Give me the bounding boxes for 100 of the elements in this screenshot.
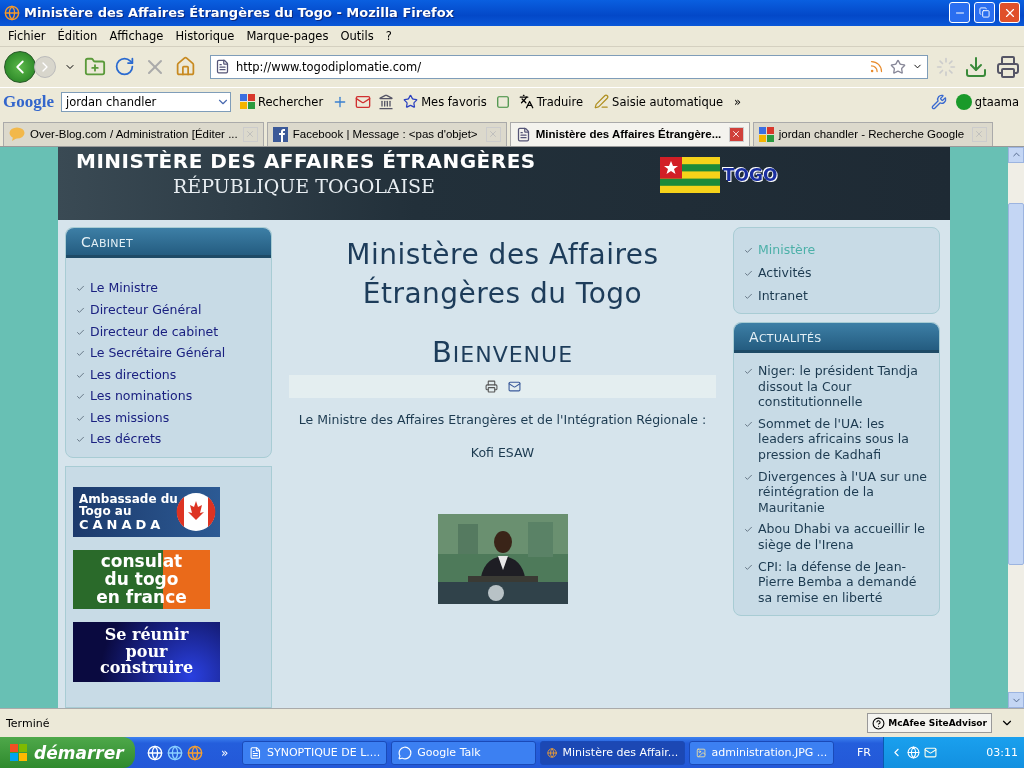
speech-bubble-icon	[398, 745, 413, 760]
help-icon	[872, 716, 886, 730]
check-icon	[744, 419, 753, 429]
google-icon	[758, 126, 774, 142]
status-text: Terminé	[6, 716, 51, 730]
menu-item[interactable]: Édition	[51, 28, 104, 43]
caption-text: Le Ministre des Affaires Etrangères et de l'Intégration Régionale :	[298, 412, 707, 428]
taskbar-button[interactable]: SYNOPTIQUE DE L....	[242, 740, 388, 765]
menu-item[interactable]: Outils	[334, 28, 380, 43]
account-button[interactable]: gtaama	[953, 93, 1021, 110]
check-icon	[76, 305, 85, 315]
panel-title: ACTUALITÉS	[749, 328, 822, 345]
menu-item[interactable]: ?	[379, 28, 398, 43]
browser-tab[interactable]: Facebook | Message : <pas d'objet>	[266, 121, 507, 146]
translate-icon	[518, 94, 534, 110]
nav-link[interactable]: Les nominations	[90, 388, 193, 404]
nav-link[interactable]: Directeur de cabinet	[90, 323, 219, 340]
site-title: MINISTÈRE DES AFFAIRES ÉTRANGÈRES	[76, 148, 536, 173]
wrench-icon[interactable]	[930, 93, 947, 110]
mail-icon[interactable]	[355, 93, 372, 110]
togo-flag-icon	[660, 156, 720, 193]
start-button[interactable]: démarrer	[0, 737, 135, 768]
site-subtitle: RÉPUBLIQUE TOGOLAISE	[173, 174, 435, 197]
scrollbar[interactable]	[1008, 146, 1024, 709]
nav-link[interactable]: Le Secrétaire Général	[90, 345, 226, 361]
print-button[interactable]	[484, 380, 498, 394]
translate-button[interactable]: Traduire	[516, 94, 586, 110]
close-button[interactable]	[999, 2, 1020, 24]
panel-title: CABINET	[81, 233, 134, 250]
new-tab-button[interactable]	[84, 55, 106, 78]
page-heading: Ministère des Affaires Étrangères du Togo	[345, 237, 660, 313]
clock: 03:11	[986, 746, 1018, 759]
taskbar-button[interactable]: Google Talk	[391, 740, 537, 765]
taskbar-button[interactable]: administration.JPG ...	[689, 740, 835, 765]
news-link[interactable]: Abou Dhabi va accueillir le siège de l'Irena	[758, 521, 931, 553]
more-button[interactable]: »	[732, 94, 744, 109]
menu-item[interactable]: Affichage	[103, 28, 170, 43]
welcome-heading: BIENVENUE	[431, 335, 574, 370]
nav-link[interactable]: Activités	[758, 264, 812, 281]
nav-link[interactable]: Intranet	[758, 287, 808, 304]
check-icon	[744, 367, 753, 377]
download-button[interactable]	[964, 54, 988, 79]
menu-item[interactable]: Marque-pages	[240, 28, 335, 43]
taskbar-button[interactable]: Ministère des Affair...	[540, 740, 686, 765]
google-icon	[240, 94, 255, 110]
pencil-icon	[594, 94, 610, 110]
siteadvisor-button[interactable]: McAfee SiteAdvisor	[867, 713, 992, 734]
browser-icon[interactable]	[167, 744, 183, 761]
page-icon	[515, 126, 531, 142]
minimize-button[interactable]	[949, 2, 970, 24]
reunite-banner[interactable]: Se réunir pour construire	[73, 622, 220, 683]
restore-button[interactable]	[974, 2, 995, 24]
search-button[interactable]: Rechercher	[238, 94, 326, 110]
reload-button[interactable]	[114, 56, 135, 78]
status-dot-icon	[955, 93, 972, 110]
canada-embassy-banner[interactable]: Ambassade du Togo au CANADA	[73, 487, 220, 538]
nav-link[interactable]: Les directions	[90, 366, 177, 383]
email-button[interactable]	[507, 380, 521, 394]
check-icon	[76, 370, 85, 380]
back-button[interactable]	[4, 50, 36, 83]
menu-item[interactable]: Fichier	[2, 28, 52, 43]
document-icon	[249, 745, 262, 760]
home-button[interactable]	[175, 56, 196, 78]
restore-icon	[979, 7, 990, 19]
nav-link[interactable]: Le Ministre	[90, 280, 159, 296]
nav-link[interactable]: Directeur Général	[90, 301, 202, 318]
news-link[interactable]: Niger: le président Tandja dissout la Cour constitutionnelle	[758, 363, 931, 410]
language-indicator[interactable]: FR	[857, 746, 871, 759]
check-icon	[744, 472, 753, 482]
forward-button[interactable]	[34, 55, 56, 78]
mail-icon[interactable]	[924, 746, 937, 759]
more-button[interactable]: »	[221, 745, 229, 760]
nav-link[interactable]: Les décrets	[90, 431, 162, 448]
scroll-thumb[interactable]	[1008, 202, 1024, 565]
print-button[interactable]	[996, 54, 1020, 79]
news-link[interactable]: CPI: la défense de Jean-Pierre Bemba a demandé sa remise en liberté	[758, 558, 931, 606]
browser-tab[interactable]: Over-Blog.com / Administration [Éditer ...	[3, 121, 264, 146]
browser-tab[interactable]: Ministère des Affaires Étrangère...	[509, 121, 750, 146]
minister-name: Kofi ESAW	[470, 445, 535, 461]
check-icon	[76, 327, 85, 337]
close-icon[interactable]	[728, 126, 744, 142]
news-link[interactable]: Divergences à l'UA sur une réintégration de la Mauritanie	[758, 468, 931, 516]
address-field[interactable]: http://www.togodiplomatie.com/	[210, 54, 928, 79]
news-link[interactable]: Sommet de l'UA: les leaders africains sous la pression de Kadhafi	[758, 415, 931, 463]
star-icon	[890, 58, 906, 75]
landmark-icon[interactable]	[378, 93, 395, 110]
check-icon	[744, 562, 753, 572]
check-icon	[76, 392, 85, 402]
loading-icon	[936, 56, 956, 77]
quick-launch-icon[interactable]	[147, 744, 163, 761]
browser-tab[interactable]: jordan chandler - Recherche Google	[752, 121, 993, 146]
search-field[interactable]: jordan chandler	[61, 91, 231, 112]
autofill-button[interactable]: Saisie automatique	[592, 94, 726, 110]
facebook-icon	[272, 126, 288, 142]
menu-item[interactable]: Historique	[169, 28, 241, 43]
logo-text: TOGO	[723, 164, 778, 185]
nav-link[interactable]: Les missions	[90, 409, 170, 426]
star-icon	[403, 94, 419, 110]
favorites-button[interactable]: Mes favoris	[401, 94, 489, 110]
network-icon[interactable]	[907, 746, 920, 759]
